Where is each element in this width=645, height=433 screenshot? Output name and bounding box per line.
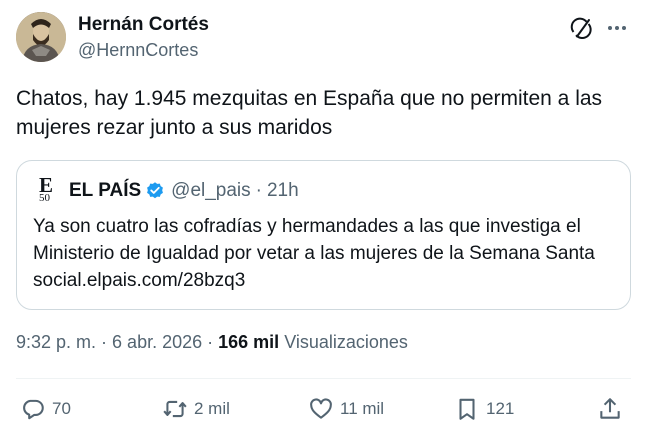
- quoted-separator: ·: [255, 180, 262, 201]
- repost-button[interactable]: 2 mil: [162, 396, 230, 422]
- tweet-meta: 9:32 p. m. · 6 abr. 2026 · 166 mil Visua…: [16, 332, 408, 353]
- tweet-time[interactable]: 9:32 p. m.: [16, 332, 96, 353]
- bookmark-count: 121: [486, 399, 515, 418]
- logo-number: 50: [39, 192, 50, 204]
- author-handle[interactable]: @HernnCortes: [78, 38, 209, 62]
- more-options-icon[interactable]: [605, 16, 629, 40]
- like-button[interactable]: 11 mil: [308, 396, 384, 422]
- quoted-author-name[interactable]: EL PAÍS: [69, 180, 141, 202]
- quoted-author-handle[interactable]: @el_pais: [171, 180, 251, 202]
- quoted-tweet-card[interactable]: E 50 EL PAÍS @el_pais · 21h Ya son cuatr…: [16, 160, 631, 310]
- tweet-header: Hernán Cortés @HernnCortes: [16, 12, 631, 64]
- divider: [16, 378, 631, 379]
- reply-icon: [23, 399, 44, 420]
- reply-button[interactable]: 70: [20, 396, 71, 422]
- quoted-timestamp[interactable]: 21h: [267, 180, 299, 202]
- grok-icon[interactable]: [569, 16, 593, 40]
- action-bar: 70 2 mil 11 mil 121: [16, 396, 631, 426]
- repost-icon: [163, 400, 187, 418]
- tweet-text: Chatos, hay 1.945 mezquitas en España qu…: [16, 87, 603, 139]
- like-icon: [310, 398, 332, 419]
- share-button[interactable]: [597, 396, 623, 422]
- views-count[interactable]: 166 mil: [218, 332, 279, 353]
- views-label: Visualizaciones: [284, 332, 408, 352]
- quoted-tweet-text: Ya son cuatro las cofradías y hermandade…: [33, 216, 595, 291]
- author-display-name[interactable]: Hernán Cortés: [78, 14, 209, 36]
- reply-count: 70: [52, 399, 71, 418]
- author-avatar[interactable]: [16, 12, 66, 62]
- like-count: 11 mil: [340, 399, 385, 418]
- quoted-tweet-header: E 50 EL PAÍS @el_pais · 21h: [37, 173, 299, 207]
- bookmark-icon: [459, 398, 475, 420]
- quoted-author-avatar[interactable]: E 50: [37, 173, 59, 207]
- verified-badge-icon: [147, 182, 164, 199]
- share-icon: [600, 398, 620, 419]
- meta-separator: ·: [101, 332, 108, 352]
- meta-separator: ·: [207, 332, 214, 352]
- bookmark-button[interactable]: 121: [454, 396, 514, 422]
- repost-count: 2 mil: [194, 399, 230, 418]
- tweet-date[interactable]: 6 abr. 2026: [112, 332, 202, 353]
